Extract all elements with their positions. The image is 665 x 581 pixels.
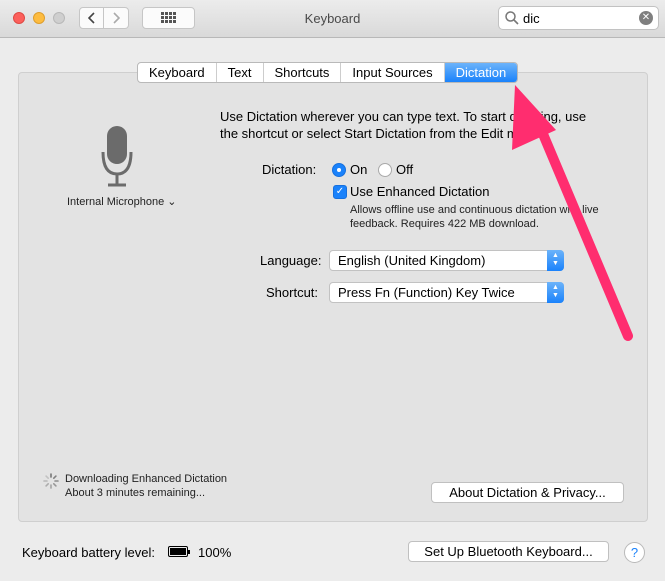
download-status-line2: About 3 minutes remaining... [65, 487, 206, 499]
search-input[interactable]: dic [523, 11, 540, 26]
enhanced-dictation-note: Allows offline use and continuous dictat… [350, 204, 599, 230]
stepper-arrows-icon: ▲ ▼ [547, 282, 564, 303]
help-button[interactable]: ? [624, 542, 645, 563]
intro-text: Use Dictation wherever you can type text… [220, 109, 587, 141]
download-status-line1: Downloading Enhanced Dictation [65, 473, 228, 485]
microphone-icon [100, 124, 138, 191]
language-select[interactable]: English (United Kingdom) ▲ ▼ [329, 250, 564, 271]
tab-dictation[interactable]: Dictation [444, 63, 518, 82]
language-value: English (United Kingdom) [338, 253, 486, 268]
battery-value: 100% [198, 545, 232, 560]
enhanced-dictation-label[interactable]: Use Enhanced Dictation [350, 184, 489, 199]
about-dictation-button[interactable]: About Dictation & Privacy... [431, 482, 624, 503]
battery-label: Keyboard battery level: [22, 545, 155, 560]
dictation-on-label[interactable]: On [350, 162, 367, 177]
download-status: Downloading Enhanced Dictation About 3 m… [65, 472, 227, 500]
spinner-icon [43, 473, 59, 489]
shortcut-value: Press Fn (Function) Key Twice [338, 285, 515, 300]
shortcut-label: Shortcut: [266, 285, 319, 300]
tab-shortcuts[interactable]: Shortcuts [264, 63, 342, 82]
tab-input-sources[interactable]: Input Sources [341, 63, 445, 82]
enhanced-dictation-checkbox[interactable]: ✓ [333, 185, 347, 199]
tab-text[interactable]: Text [217, 63, 264, 82]
tab-keyboard[interactable]: Keyboard [138, 63, 217, 82]
dictation-label: Dictation: [262, 162, 317, 177]
setup-bluetooth-keyboard-button[interactable]: Set Up Bluetooth Keyboard... [408, 541, 609, 562]
microphone-source-menu[interactable]: Internal Microphone ⌄ [67, 195, 177, 208]
battery-icon [168, 546, 190, 557]
title-bar: Keyboard dic ✕ [0, 0, 665, 38]
shortcut-select[interactable]: Press Fn (Function) Key Twice ▲ ▼ [329, 282, 564, 303]
dictation-off-label[interactable]: Off [396, 162, 413, 177]
search-icon [505, 11, 519, 25]
dictation-on-radio[interactable] [332, 163, 346, 177]
clear-icon[interactable]: ✕ [639, 11, 653, 25]
dictation-off-radio[interactable] [378, 163, 392, 177]
search-field[interactable]: dic ✕ [498, 6, 659, 30]
language-label: Language: [260, 253, 322, 268]
stepper-arrows-icon: ▲ ▼ [547, 250, 564, 271]
tab-bar: Keyboard Text Shortcuts Input Sources Di… [137, 62, 519, 83]
